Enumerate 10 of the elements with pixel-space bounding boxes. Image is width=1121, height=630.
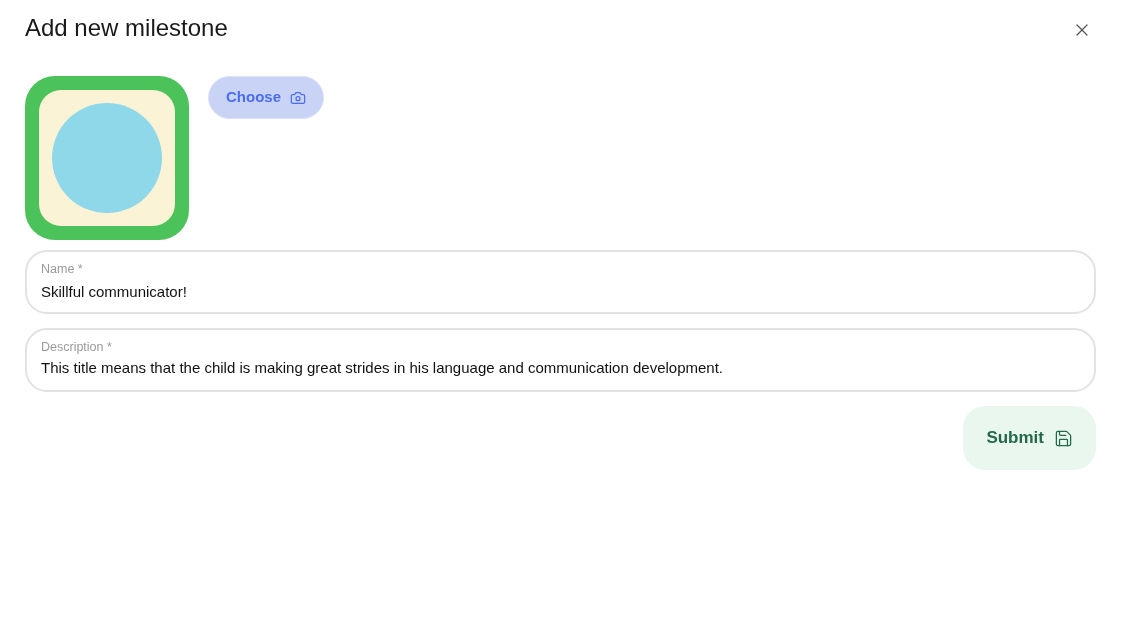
name-input[interactable]: Skillful communicator!	[41, 282, 1080, 302]
field-label: Description *	[41, 339, 113, 355]
description-input[interactable]: This title means that the child is making great strides in his language and communication development.	[41, 358, 1080, 380]
dialog-title: Add new milestone	[25, 13, 228, 43]
submit-button[interactable]: Submit	[963, 406, 1096, 470]
field-label: Name *	[41, 261, 84, 277]
description-field[interactable]: Description * This title means that the child is making great strides in his language and communication development.	[25, 328, 1096, 392]
name-field[interactable]: Name * Skillful communicator!	[25, 250, 1096, 314]
camera-icon	[290, 89, 306, 106]
save-icon	[1054, 428, 1073, 448]
